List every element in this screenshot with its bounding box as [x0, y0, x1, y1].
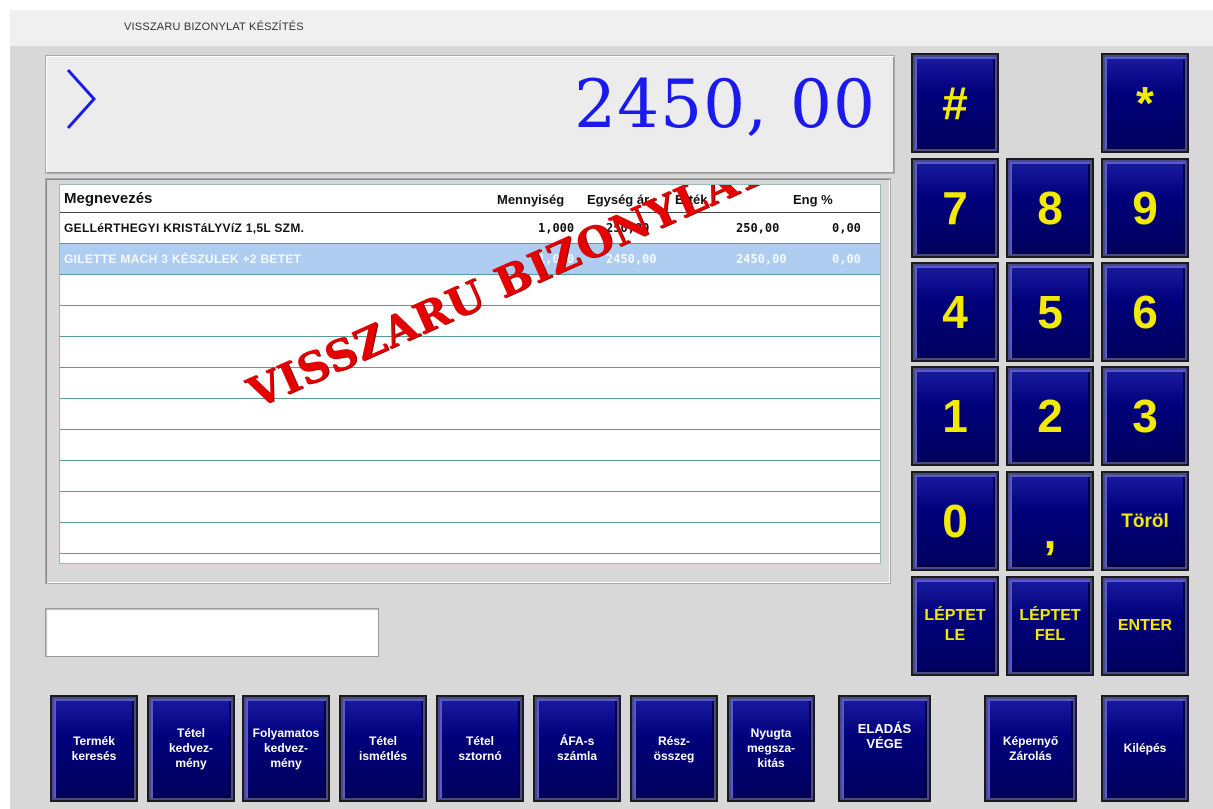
key-5[interactable]: 5 — [1006, 262, 1094, 362]
empty-table-row[interactable] — [60, 430, 880, 461]
cell-unit-price: 250,00 — [606, 221, 650, 235]
item-table[interactable]: Megnevezés Mennyiség Egység ár Érték Eng… — [59, 184, 881, 564]
cell-name: GILETTE MACH 3 KÉSZULEK +2 BETET — [64, 252, 302, 266]
cell-value: 250,00 — [736, 221, 780, 235]
key-1[interactable]: 1 — [911, 366, 999, 466]
title-bar: VISSZARU BIZONYLAT KÉSZÍTÉS — [10, 10, 1213, 46]
header-unit-price: Egység ár — [587, 192, 650, 207]
vat-invoice-button[interactable]: ÁFA-s számla — [533, 695, 621, 802]
empty-table-row[interactable] — [60, 306, 880, 337]
key-2[interactable]: 2 — [1006, 366, 1094, 466]
enter-key[interactable]: ENTER — [1101, 576, 1189, 676]
key-9[interactable]: 9 — [1101, 158, 1189, 258]
delete-key[interactable]: Töröl — [1101, 471, 1189, 571]
key-7[interactable]: 7 — [911, 158, 999, 258]
app-window: VISSZARU BIZONYLAT KÉSZÍTÉS 2450, 00 Meg… — [10, 10, 1213, 809]
cell-unit-price: 2450,00 — [606, 252, 657, 266]
subtotal-button[interactable]: Rész- összeg — [630, 695, 718, 802]
header-name: Megnevezés — [64, 190, 153, 207]
hash-key[interactable]: # — [911, 53, 999, 153]
item-table-frame: Megnevezés Mennyiség Egység ár Érték Eng… — [45, 178, 891, 584]
chevron-right-icon — [60, 66, 100, 137]
product-search-button[interactable]: Termék keresés — [50, 695, 138, 802]
key-6[interactable]: 6 — [1101, 262, 1189, 362]
key-3[interactable]: 3 — [1101, 366, 1189, 466]
step-down-key[interactable]: LÉPTET LE — [911, 576, 999, 676]
comma-key[interactable]: , — [1006, 471, 1094, 571]
header-quantity: Mennyiség — [497, 192, 565, 207]
amount-display: 2450, 00 — [45, 55, 895, 174]
cell-quantity: 1,000 — [538, 252, 575, 266]
step-up-key[interactable]: LÉPTET FEL — [1006, 576, 1094, 676]
table-row[interactable]: GILETTE MACH 3 KÉSZULEK +2 BETET 1,000 245… — [60, 244, 880, 275]
cell-quantity: 1,000 — [538, 221, 575, 235]
cell-name: GELLéRTHEGYI KRISTáLYVíZ 1,5L SZM. — [64, 221, 305, 235]
cell-value: 2450,00 — [736, 252, 787, 266]
entry-field[interactable] — [45, 608, 379, 657]
header-value: Érték — [675, 192, 708, 207]
empty-table-row[interactable] — [60, 399, 880, 430]
exit-button[interactable]: Kilépés — [1101, 695, 1189, 802]
empty-table-row[interactable] — [60, 368, 880, 399]
continuous-discount-button[interactable]: Folyamatos kedvez- mény — [242, 695, 330, 802]
screen-lock-button[interactable]: Képernyő Zárolás — [984, 695, 1077, 802]
empty-table-row[interactable] — [60, 492, 880, 523]
key-0[interactable]: 0 — [911, 471, 999, 571]
item-repeat-button[interactable]: Tétel ismétlés — [339, 695, 427, 802]
header-discount: Eng % — [793, 192, 833, 207]
star-key[interactable]: * — [1101, 53, 1189, 153]
key-4[interactable]: 4 — [911, 262, 999, 362]
cell-discount: 0,00 — [832, 252, 861, 266]
key-8[interactable]: 8 — [1006, 158, 1094, 258]
item-void-button[interactable]: Tétel sztornó — [436, 695, 524, 802]
empty-table-row[interactable] — [60, 523, 880, 554]
receipt-cancel-button[interactable]: Nyugta megsza- kitás — [727, 695, 815, 802]
window-title: VISSZARU BIZONYLAT KÉSZÍTÉS — [124, 21, 304, 33]
table-header: Megnevezés Mennyiség Egység ár Érték Eng… — [60, 185, 880, 213]
total-amount: 2450, 00 — [574, 66, 876, 143]
item-discount-button[interactable]: Tétel kedvez- mény — [147, 695, 235, 802]
end-sale-button[interactable]: ELADÁS VÉGE — [838, 695, 931, 802]
table-row[interactable]: GELLéRTHEGYI KRISTáLYVíZ 1,5L SZM. 1,000 2… — [60, 213, 880, 244]
empty-table-row[interactable] — [60, 337, 880, 368]
cell-discount: 0,00 — [832, 221, 861, 235]
empty-table-row[interactable] — [60, 275, 880, 306]
empty-table-row[interactable] — [60, 461, 880, 492]
